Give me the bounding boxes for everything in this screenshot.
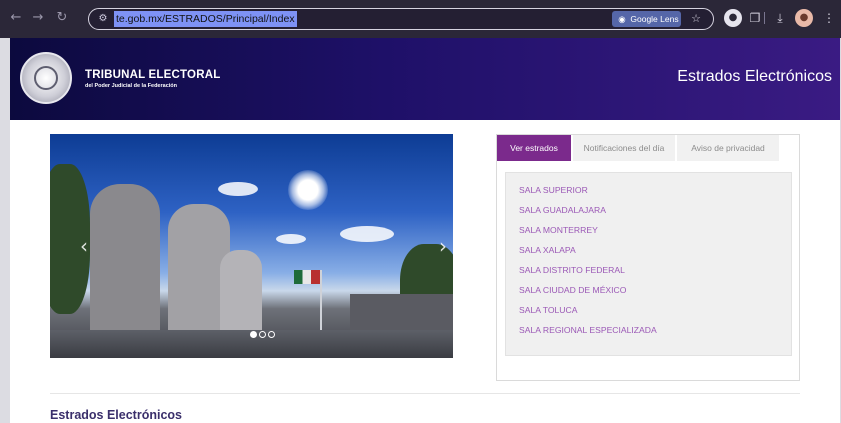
browser-toolbar: ← → ↻ ⚙ te.gob.mx/ESTRADOS/Principal/Ind…: [0, 0, 841, 38]
carousel-photo-flag: [294, 270, 320, 284]
carousel-photo-building: [220, 250, 262, 334]
tab-notificaciones-del-dia[interactable]: Notificaciones del día: [573, 135, 675, 161]
back-icon[interactable]: ←: [8, 9, 24, 27]
url-text[interactable]: te.gob.mx/ESTRADOS/Principal/Index: [114, 11, 297, 27]
section-divider: [50, 393, 800, 394]
tribunal-seal-logo[interactable]: [20, 52, 72, 104]
sala-link-toluca[interactable]: SALA TOLUCA: [519, 305, 577, 315]
institution-name: TRIBUNAL ELECTORAL: [85, 69, 221, 81]
page-viewport: TRIBUNAL ELECTORAL del Poder Judicial de…: [10, 38, 840, 423]
toolbar-divider: [764, 12, 765, 24]
google-lens-label: Google Lens: [630, 14, 679, 24]
panel-tabs: Ver estrados Notificaciones del día Avis…: [497, 135, 799, 162]
reload-icon[interactable]: ↻: [54, 9, 70, 27]
address-bar[interactable]: ⚙ te.gob.mx/ESTRADOS/Principal/Index ◉ G…: [88, 8, 714, 30]
sala-link-xalapa[interactable]: SALA XALAPA: [519, 245, 576, 255]
sala-link-distrito-federal[interactable]: SALA DISTRITO FEDERAL: [519, 265, 625, 275]
carousel-indicator-dot[interactable]: [259, 331, 266, 338]
sala-link-ciudad-de-mexico[interactable]: SALA CIUDAD DE MÉXICO: [519, 285, 626, 295]
sala-link-regional-especializada[interactable]: SALA REGIONAL ESPECIALIZADA: [519, 325, 657, 335]
carousel-indicator-dot[interactable]: [268, 331, 275, 338]
site-settings-icon[interactable]: ⚙: [95, 12, 111, 26]
menu-icon[interactable]: ⋮: [820, 9, 838, 27]
forward-icon[interactable]: →: [30, 9, 46, 27]
sala-link-monterrey[interactable]: SALA MONTERREY: [519, 225, 598, 235]
profile-icon[interactable]: ●: [795, 9, 813, 27]
google-lens-button[interactable]: ◉ Google Lens: [612, 11, 681, 27]
estrados-panel: Ver estrados Notificaciones del día Avis…: [496, 134, 800, 381]
carousel-photo-cloud: [276, 234, 306, 244]
google-lens-icon: ◉: [618, 15, 626, 25]
seal-emblem: [34, 66, 58, 90]
carousel-photo-building: [90, 184, 160, 334]
site-header: TRIBUNAL ELECTORAL del Poder Judicial de…: [10, 38, 840, 120]
site-title: Estrados Electrónicos: [677, 68, 832, 85]
image-carousel: ‹ ›: [50, 134, 453, 358]
carousel-photo-cloud: [340, 226, 394, 242]
extensions-puzzle-icon[interactable]: ❐: [746, 9, 764, 27]
carousel-prev-arrow-icon[interactable]: ‹: [76, 234, 92, 258]
carousel-photo-cloud: [218, 182, 258, 196]
institution-subtitle: del Poder Judicial de la Federación: [85, 83, 178, 89]
carousel-indicators: [250, 325, 277, 338]
tab-aviso-de-privacidad[interactable]: Aviso de privacidad: [677, 135, 779, 161]
sala-link-guadalajara[interactable]: SALA GUADALAJARA: [519, 205, 606, 215]
salas-list: SALA SUPERIOR SALA GUADALAJARA SALA MONT…: [505, 172, 792, 356]
carousel-photo-sun: [288, 170, 328, 210]
extension-icon[interactable]: ●: [724, 9, 742, 27]
tab-ver-estrados[interactable]: Ver estrados: [497, 135, 571, 161]
carousel-photo-building: [350, 294, 453, 334]
sala-link-superior[interactable]: SALA SUPERIOR: [519, 185, 588, 195]
carousel-indicator-dot[interactable]: [250, 331, 257, 338]
bookmark-star-icon[interactable]: ☆: [688, 11, 704, 27]
carousel-next-arrow-icon[interactable]: ›: [435, 234, 451, 258]
download-icon[interactable]: ⤓: [771, 9, 789, 27]
section-title: Estrados Electrónicos: [50, 408, 182, 422]
carousel-photo-flagpole: [320, 270, 322, 330]
